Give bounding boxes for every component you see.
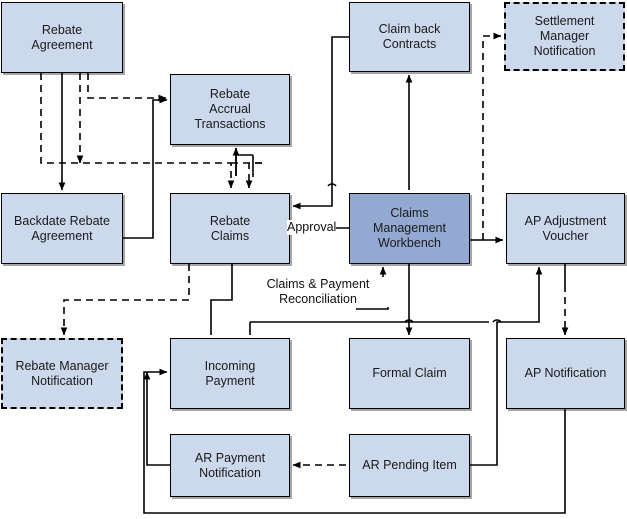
node-ap-notification[interactable]: AP Notification	[506, 338, 625, 409]
node-label: Rebate Agreement	[31, 22, 93, 52]
node-label: AR Payment Notification	[194, 450, 266, 480]
node-incoming-payment[interactable]: Incoming Payment	[170, 338, 290, 409]
node-formal-claim[interactable]: Formal Claim	[349, 338, 470, 409]
node-rebate-claims[interactable]: Rebate Claims	[170, 193, 290, 264]
node-claims-management-workbench[interactable]: Claims Management Workbench	[349, 193, 470, 264]
process-flow-diagram: Rebate Agreement Rebate Accrual Transact…	[0, 0, 627, 519]
node-label: Incoming Payment	[204, 358, 256, 388]
node-ar-payment-notification[interactable]: AR Payment Notification	[170, 434, 290, 497]
node-label: AR Pending Item	[362, 458, 457, 472]
node-label: Formal Claim	[372, 366, 447, 380]
node-rebate-accrual-transactions[interactable]: Rebate Accrual Transactions	[170, 74, 290, 145]
edge-label-claims-payment-reconciliation: Claims & Payment Reconciliation	[243, 277, 393, 307]
node-label: AP Notification	[524, 366, 607, 380]
node-settlement-manager-notification[interactable]: Settlement Manager Notification	[504, 2, 625, 71]
edge-label-approval: Approval	[287, 220, 337, 235]
node-label: Rebate Claims	[209, 213, 251, 243]
node-claim-back-contracts[interactable]: Claim back Contracts	[349, 2, 470, 72]
node-ar-pending-item[interactable]: AR Pending Item	[349, 434, 470, 497]
node-label: Rebate Manager Notification	[15, 358, 109, 388]
node-rebate-manager-notification[interactable]: Rebate Manager Notification	[1, 338, 123, 409]
node-backdate-rebate-agreement[interactable]: Backdate Rebate Agreement	[1, 193, 123, 264]
node-label: Claims Management Workbench	[373, 206, 446, 250]
node-label: Claim back Contracts	[378, 22, 441, 51]
node-label: Settlement Manager Notification	[533, 14, 596, 58]
node-rebate-agreement[interactable]: Rebate Agreement	[1, 2, 123, 73]
node-ap-adjustment-voucher[interactable]: AP Adjustment Voucher	[506, 193, 625, 264]
node-label: Backdate Rebate Agreement	[14, 213, 110, 243]
node-label: Rebate Accrual Transactions	[194, 87, 266, 131]
node-label: AP Adjustment Voucher	[524, 213, 607, 243]
